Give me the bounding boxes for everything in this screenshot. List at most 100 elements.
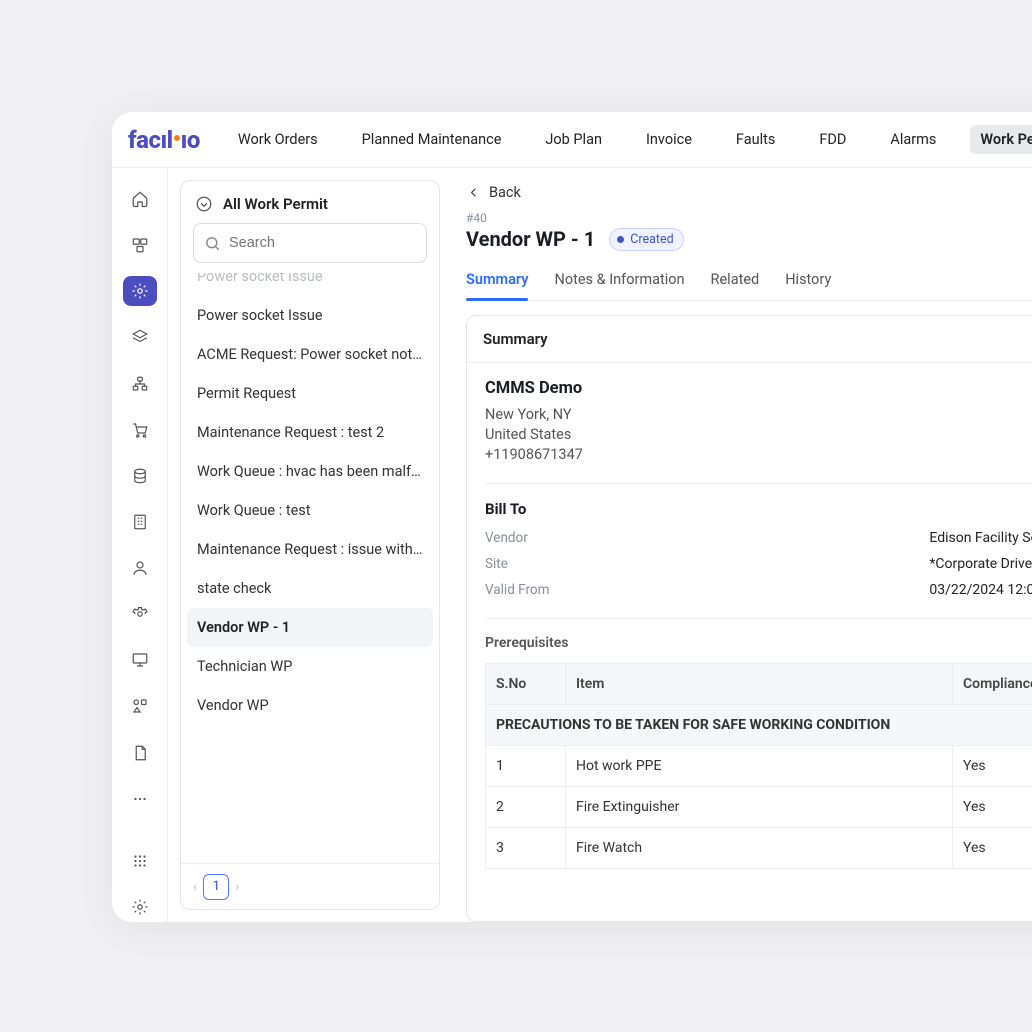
list-item[interactable]: Power socket Issue <box>187 273 433 296</box>
list-title: All Work Permit <box>223 195 328 213</box>
top-nav: Work Orders Planned Maintenance Job Plan… <box>228 125 1032 154</box>
tab-history[interactable]: History <box>785 265 831 300</box>
cell-comp: Yes <box>953 746 1032 787</box>
apps-grid-icon[interactable] <box>123 846 157 876</box>
more-icon[interactable] <box>123 784 157 814</box>
back-button[interactable]: Back <box>466 180 1032 207</box>
billto-grid: Vendor Edison Facility Services Con Site… <box>485 530 1032 598</box>
table-row: 2 Fire Extinguisher Yes <box>486 787 1032 828</box>
kv-label: Valid From <box>485 582 909 598</box>
status-dot-icon <box>617 236 624 243</box>
card-body: CMMS Demo New York, NY United States +11… <box>467 363 1032 885</box>
nav-fdd[interactable]: FDD <box>809 125 856 154</box>
col-compliance: Compliance <box>953 664 1032 705</box>
nav-faults[interactable]: Faults <box>726 125 785 154</box>
prev-page-icon[interactable]: ‹ <box>193 879 197 895</box>
body: All Work Permit Power socket Issue Power… <box>112 168 1032 922</box>
cell-item: Hot work PPE <box>566 746 953 787</box>
list-item[interactable]: Maintenance Request : issue with e… <box>187 530 433 569</box>
cart-icon[interactable] <box>123 415 157 445</box>
boxes-icon[interactable] <box>123 230 157 260</box>
arrow-left-icon <box>466 185 481 200</box>
kv-value: 03/22/2024 12:00 AM <box>929 582 1032 598</box>
prereq-title: Prerequisites <box>485 635 1032 651</box>
kv-value: *Corporate Drive* <box>929 556 1032 572</box>
org-phone: +11908671347 <box>485 446 1032 463</box>
file-icon[interactable] <box>123 738 157 768</box>
card-title: Summary <box>467 316 1032 363</box>
org-country: United States <box>485 426 1032 443</box>
list-item[interactable]: Permit Request <box>187 374 433 413</box>
list-item[interactable]: Vendor WP - 1 <box>187 608 433 647</box>
detail-tabs: Summary Notes & Information Related Hist… <box>466 265 1032 301</box>
org-icon[interactable] <box>123 369 157 399</box>
topbar: facılıo Work Orders Planned Maintenance … <box>112 112 1032 168</box>
cog-icon[interactable] <box>123 599 157 629</box>
home-icon[interactable] <box>123 184 157 214</box>
col-sno: S.No <box>486 664 566 705</box>
building-icon[interactable] <box>123 507 157 537</box>
cell-sno: 2 <box>486 787 566 828</box>
list-panel: All Work Permit Power socket Issue Power… <box>168 168 452 922</box>
back-label: Back <box>489 184 521 201</box>
list-item[interactable]: Technician WP <box>187 647 433 686</box>
org-city: New York, NY <box>485 406 1032 423</box>
app-shell: facılıo Work Orders Planned Maintenance … <box>112 112 1032 922</box>
monitor-icon[interactable] <box>123 645 157 675</box>
nav-planned-maintenance[interactable]: Planned Maintenance <box>352 125 512 154</box>
record-title: Vendor WP - 1 <box>466 227 595 251</box>
list-item[interactable]: state check <box>187 569 433 608</box>
tab-summary[interactable]: Summary <box>466 265 528 300</box>
tab-related[interactable]: Related <box>711 265 760 300</box>
nav-alarms[interactable]: Alarms <box>880 125 946 154</box>
icon-rail <box>112 168 168 922</box>
cell-item: Fire Watch <box>566 828 953 869</box>
divider <box>485 618 1032 619</box>
search-input[interactable] <box>229 235 416 251</box>
list-item[interactable]: Maintenance Request : test 2 <box>187 413 433 452</box>
tab-notes[interactable]: Notes & Information <box>554 265 684 300</box>
list-scroll: Power socket Issue Power socket Issue AC… <box>181 273 439 863</box>
layers-icon[interactable] <box>123 322 157 352</box>
search-icon <box>204 235 221 252</box>
brand-logo: facılıo <box>128 126 200 154</box>
user-icon[interactable] <box>123 553 157 583</box>
list-header[interactable]: All Work Permit <box>181 181 439 223</box>
db-icon[interactable] <box>123 461 157 491</box>
detail-panel: Back #40 Vendor WP - 1 Created Summary N… <box>452 168 1032 922</box>
cell-sno: 1 <box>486 746 566 787</box>
list-item[interactable]: Vendor WP <box>187 686 433 725</box>
gear-badge-icon[interactable] <box>123 276 157 306</box>
list-item[interactable]: Work Queue : hvac has been malfu… <box>187 452 433 491</box>
list-item[interactable]: Work Queue : test <box>187 491 433 530</box>
cell-comp: Yes <box>953 787 1032 828</box>
cell-item: Fire Extinguisher <box>566 787 953 828</box>
next-page-icon[interactable]: › <box>235 879 239 895</box>
kv-label: Site <box>485 556 909 572</box>
cell-sno: 3 <box>486 828 566 869</box>
search-box[interactable] <box>193 223 427 263</box>
prereq-group: PRECAUTIONS TO BE TAKEN FOR SAFE WORKING… <box>486 705 1032 746</box>
pager: ‹ 1 › <box>181 863 439 909</box>
col-item: Item <box>566 664 953 705</box>
nav-work-orders[interactable]: Work Orders <box>228 125 328 154</box>
table-row: 1 Hot work PPE Yes <box>486 746 1032 787</box>
search-wrap <box>181 223 439 273</box>
org-name: CMMS Demo <box>485 379 1032 398</box>
category-icon[interactable] <box>123 691 157 721</box>
list-card: All Work Permit Power socket Issue Power… <box>180 180 440 910</box>
list-item[interactable]: ACME Request: Power socket not … <box>187 335 433 374</box>
billto-title: Bill To <box>485 500 1032 518</box>
kv-value: Edison Facility Services <box>929 530 1032 546</box>
page-number[interactable]: 1 <box>203 874 229 900</box>
nav-work-permit[interactable]: Work Permit <box>970 125 1032 154</box>
nav-job-plan[interactable]: Job Plan <box>535 125 612 154</box>
divider <box>485 483 1032 484</box>
status-text: Created <box>630 232 673 247</box>
summary-card: Summary CMMS Demo New York, NY United St… <box>466 315 1032 922</box>
settings-icon[interactable] <box>123 892 157 922</box>
record-id: #40 <box>466 211 1032 225</box>
cell-comp: Yes <box>953 828 1032 869</box>
list-item[interactable]: Power socket Issue <box>187 296 433 335</box>
nav-invoice[interactable]: Invoice <box>636 125 702 154</box>
